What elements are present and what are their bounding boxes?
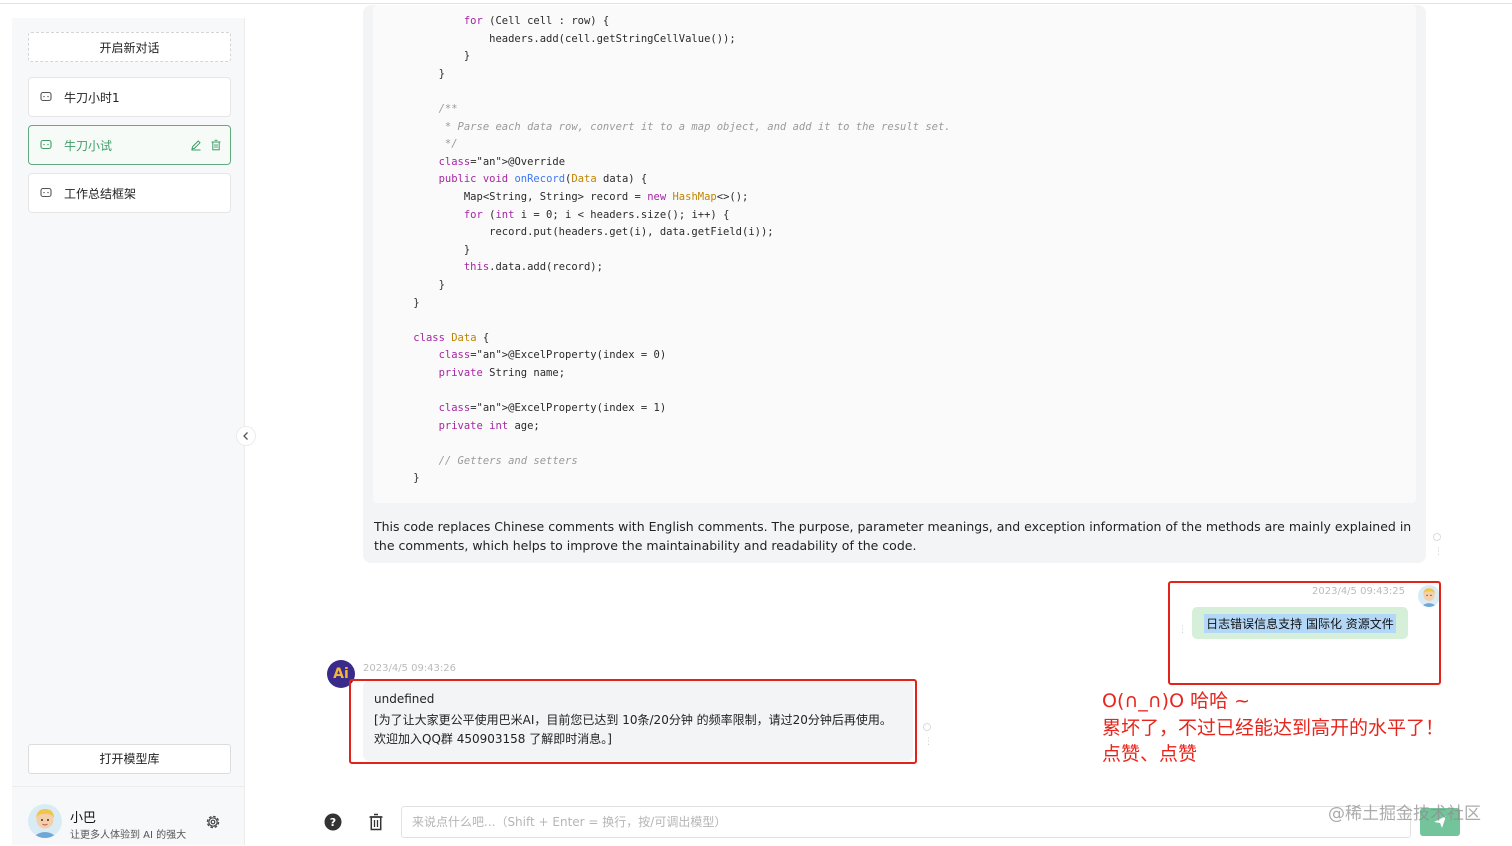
ai-explanation-text: This code replaces Chinese comments with… (374, 519, 1412, 553)
chat-input[interactable]: 来说点什么吧...（Shift + Enter = 换行，按/可调出模型） (401, 806, 1411, 838)
new-chat-button[interactable]: 开启新对话 (28, 32, 231, 62)
code-line: record.put(headers.get(i), data.getField… (489, 226, 774, 239)
code-line: } (438, 67, 445, 80)
code-line: // Getters and setters (388, 454, 578, 467)
annotation-line: O(∩_∩)O 哈哈 ~ (1102, 690, 1251, 712)
conversation-item-active[interactable]: 牛刀小试 (28, 125, 231, 165)
code-content: for (Cell cell : row) { headers.add(cell… (373, 5, 1416, 488)
user-profile: 小巴 让更多人体验到 AI 的强大 (12, 786, 245, 846)
watermark: @稀土掘金技术社区 (1328, 804, 1481, 824)
avatar[interactable] (28, 804, 62, 838)
conversation-label: 工作总结框架 (64, 186, 137, 201)
delete-icon[interactable] (210, 139, 222, 151)
chat-bubble-icon (40, 138, 54, 152)
code-line: /** (388, 102, 458, 115)
chat-bubble-icon (40, 186, 54, 200)
more-options-icon[interactable]: ⋮ (1434, 548, 1443, 557)
conversation-item[interactable]: 工作总结框架 (28, 173, 231, 213)
code-line: class="an">@ExcelProperty(index = 0) (438, 349, 667, 362)
collapse-sidebar-button[interactable] (236, 426, 256, 446)
code-line: } (413, 296, 420, 309)
open-model-library-button[interactable]: 打开模型库 (28, 744, 231, 774)
ai-message-bubble: for (Cell cell : row) { headers.add(cell… (363, 5, 1426, 563)
message-status-icon (923, 723, 931, 731)
code-line: class="an">@Override (438, 155, 566, 168)
svg-text:?: ? (330, 816, 336, 829)
chat-bubble-icon (40, 90, 54, 104)
code-line: * Parse each data row, convert it to a m… (388, 120, 951, 133)
message-status-icon (1433, 533, 1441, 541)
code-line: } (463, 50, 471, 63)
code-line: private String name; (438, 366, 566, 379)
conversation-item[interactable]: 牛刀小时1 (28, 77, 231, 117)
help-icon[interactable]: ? (324, 813, 342, 831)
code-line: for (Cell cell : row) { (463, 15, 610, 27)
highlight-box-ai (349, 679, 917, 764)
gear-icon[interactable] (205, 814, 221, 830)
code-line: Map<String, String> record = new HashMap… (388, 190, 749, 203)
top-divider (0, 3, 1512, 4)
code-line: } (438, 278, 445, 291)
edit-icon[interactable] (190, 139, 202, 151)
ai-message-timestamp: 2023/4/5 09:43:26 (363, 663, 457, 674)
user-subtitle: 让更多人体验到 AI 的强大 (70, 830, 187, 841)
code-line: headers.add(cell.getStringCellValue()); (489, 32, 736, 45)
code-line: } (413, 472, 420, 485)
code-line: } (463, 243, 471, 256)
chevron-left-icon (243, 432, 248, 440)
code-block: for (Cell cell : row) { headers.add(cell… (373, 5, 1416, 503)
code-line: this.data.add(record); (463, 261, 603, 274)
code-line: */ (388, 138, 458, 151)
annotation-line: 累坏了，不过已经能达到高开的水平了！ (1102, 717, 1445, 739)
code-line: private int age; (438, 419, 540, 432)
code-line: class Data { (413, 331, 490, 344)
code-line: class="an">@ExcelProperty(index = 1) (438, 402, 667, 415)
code-line: public void onRecord(Data data) { (438, 173, 648, 186)
highlight-box-user (1168, 581, 1441, 685)
more-options-icon[interactable]: ⋮ (924, 738, 933, 747)
user-name: 小巴 (70, 811, 97, 826)
conversation-label: 牛刀小试 (64, 138, 113, 153)
clear-chat-icon[interactable] (368, 813, 384, 831)
conversation-label: 牛刀小时1 (64, 90, 120, 105)
annotation-line: 点赞、点赞 (1102, 743, 1198, 765)
code-line: for (int i = 0; i < headers.size(); i++)… (463, 208, 730, 221)
sidebar: 开启新对话 牛刀小时1 牛刀小试 工作总结框架 打开模型库 小巴 让更多人体验到… (12, 18, 245, 845)
